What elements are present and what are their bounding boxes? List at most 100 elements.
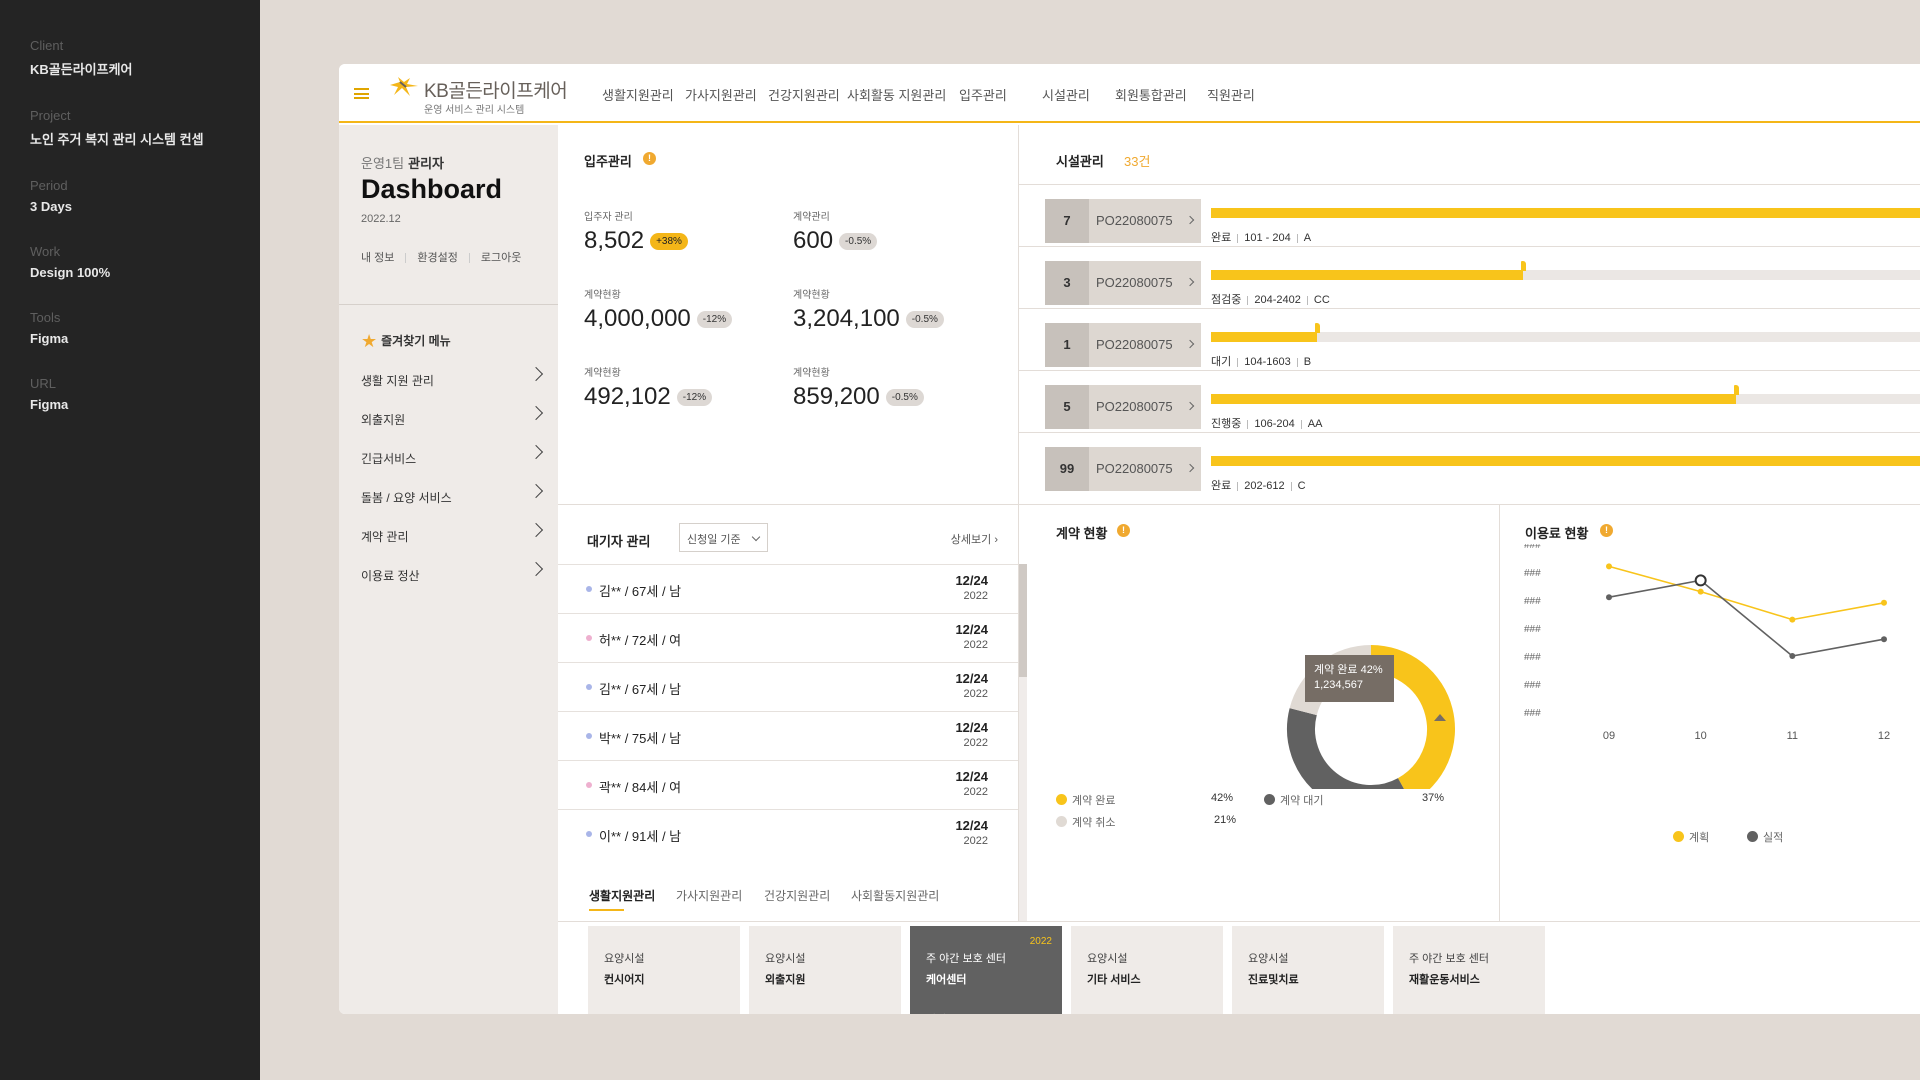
facility-code: PO22080075 xyxy=(1096,461,1173,476)
waitlist-row[interactable]: 박** / 75세 / 남 12/24 2022 xyxy=(558,711,1018,760)
sidebar-item-life-support[interactable]: 생활 지원 관리 xyxy=(361,366,544,389)
waitlist-date: 12/24 2022 xyxy=(955,769,988,798)
change-badge: +38% xyxy=(650,233,688,250)
my-info-link[interactable]: 내 정보 xyxy=(361,252,394,264)
tab-housework[interactable]: 가사지원관리 xyxy=(676,887,742,904)
gender-dot-icon xyxy=(586,733,592,739)
data-point xyxy=(1697,588,1704,595)
divider xyxy=(1237,233,1239,243)
nav-staff[interactable]: 직원관리 xyxy=(1207,85,1255,104)
waitlist-date: 12/24 2022 xyxy=(955,622,988,651)
nav-members[interactable]: 회원통합관리 xyxy=(1115,85,1187,104)
sidebar-item-label: 외출지원 xyxy=(361,413,406,427)
facility-code-button[interactable]: PO22080075 xyxy=(1089,385,1201,429)
nav-health-support[interactable]: 건강지원관리 xyxy=(768,85,840,104)
service-card[interactable]: 요양시설 컨시어지 xyxy=(588,926,740,1014)
nav-facilities[interactable]: 시설관리 xyxy=(1042,85,1090,104)
waitlist-row[interactable]: 이** / 91세 / 남 12/24 2022 xyxy=(558,809,1018,858)
date-day: 12/24 xyxy=(955,622,988,637)
divider xyxy=(1296,357,1298,367)
sidebar-item-outing[interactable]: 외출지원 xyxy=(361,405,544,428)
date-day: 12/24 xyxy=(955,818,988,833)
stat-label: 계약현황 xyxy=(793,290,830,301)
facility-status: 진행중 xyxy=(1211,418,1242,430)
tab-health[interactable]: 건강지원관리 xyxy=(764,887,830,904)
waitlist-row[interactable]: 김** / 67세 / 남 12/24 2022 xyxy=(558,564,1018,613)
facility-code-button[interactable]: PO22080075 xyxy=(1089,261,1201,305)
divider xyxy=(1296,233,1298,243)
nav-life-support[interactable]: 생활지원관리 xyxy=(602,85,674,104)
legend-label: 실적 xyxy=(1763,832,1784,844)
facility-room: 204-2402 xyxy=(1254,294,1301,306)
legend-swatch-icon xyxy=(1056,794,1067,805)
sidebar-item-emergency[interactable]: 긴급서비스 xyxy=(361,444,544,467)
view-more-link[interactable]: 상세보기 › xyxy=(951,531,998,547)
nav-residents[interactable]: 입주관리 xyxy=(959,85,1007,104)
meta-label: Period xyxy=(30,178,68,193)
sort-select[interactable]: 신청일 기준 xyxy=(679,523,768,552)
stat-value: 3,204,100 xyxy=(793,305,900,332)
nav-housework-support[interactable]: 가사지원관리 xyxy=(685,85,757,104)
facility-code: PO22080075 xyxy=(1096,275,1173,290)
logout-link[interactable]: 로그아웃 xyxy=(481,252,521,264)
date-year: 2022 xyxy=(963,688,988,700)
facility-code-button[interactable]: PO22080075 xyxy=(1089,447,1201,491)
progress-marker-icon xyxy=(1315,323,1321,333)
sidebar-item-contracts[interactable]: 계약 관리 xyxy=(361,522,544,545)
meta-url: URL Figma xyxy=(30,376,230,412)
sidebar-divider xyxy=(339,304,558,305)
waitlist-row[interactable]: 김** / 67세 / 남 12/24 2022 xyxy=(558,662,1018,711)
info-icon[interactable]: ! xyxy=(1600,524,1613,537)
gender-dot-icon xyxy=(586,586,592,592)
fee-line-chart: ### ### ### ### ### ### ### 09 10 11 12 xyxy=(1524,544,1890,742)
facility-room: 101 - 204 xyxy=(1244,232,1291,244)
brand-subtitle: 운영 서비스 관리 시스템 xyxy=(424,105,525,116)
meta-label: Tools xyxy=(30,310,61,325)
waitlist-name: 박** / 75세 / 남 xyxy=(599,731,682,746)
stat-value: 600 xyxy=(793,227,834,254)
divider xyxy=(1019,370,1920,371)
waitlist-scrollbar[interactable] xyxy=(1019,564,1027,921)
hamburger-menu-icon[interactable] xyxy=(354,88,369,99)
facility-status: 대기 xyxy=(1211,356,1232,368)
divider xyxy=(1019,246,1920,247)
data-point xyxy=(1789,616,1796,623)
info-icon[interactable]: ! xyxy=(643,152,656,165)
facility-grade: AA xyxy=(1307,418,1323,430)
card-category: 주 야간 보호 센터 xyxy=(1409,953,1490,965)
facility-info: 완료 202-612 C xyxy=(1211,477,1306,493)
tab-social[interactable]: 사회활동지원관리 xyxy=(851,887,939,904)
facility-code-button[interactable]: PO22080075 xyxy=(1089,323,1201,367)
service-card[interactable]: 요양시설 진료및치료 xyxy=(1232,926,1384,1014)
facility-number: 7 xyxy=(1045,199,1089,243)
progress-fill xyxy=(1211,456,1920,466)
service-card-active[interactable]: 2022 주 야간 보호 센터케어센터지점 xyxy=(910,926,1062,1014)
change-badge: -0.5% xyxy=(905,311,944,328)
nav-social-activity[interactable]: 사회활동 지원관리 xyxy=(847,85,946,104)
date-day: 12/24 xyxy=(955,769,988,784)
waitlist-row[interactable]: 허** / 72세 / 여 12/24 2022 xyxy=(558,613,1018,662)
meta-client: Client KB골든라이프케어 xyxy=(30,38,230,78)
progress-marker-icon xyxy=(1733,385,1739,395)
tab-life-support[interactable]: 생활지원관리 xyxy=(589,887,655,904)
date-day: 12/24 xyxy=(955,573,988,588)
service-card[interactable]: 요양시설 기타 서비스 xyxy=(1071,926,1223,1014)
facility-code-button[interactable]: PO22080075 xyxy=(1089,199,1201,243)
info-icon[interactable]: ! xyxy=(1117,524,1130,537)
card-category: 요양시설 xyxy=(765,953,806,965)
waitlist-date: 12/24 2022 xyxy=(955,671,988,700)
sidebar-item-billing[interactable]: 이용료 정산 xyxy=(361,561,544,584)
settings-link[interactable]: 환경설정 xyxy=(417,252,457,264)
facility-grade: CC xyxy=(1313,294,1330,306)
waitlist-row[interactable]: 곽** / 84세 / 여 12/24 2022 xyxy=(558,760,1018,809)
dashboard-app-window: KB골든라이프케어 운영 서비스 관리 시스템 생활지원관리 가사지원관리 건강… xyxy=(339,64,1920,1014)
sidebar-item-care[interactable]: 돌봄 / 요양 서비스 xyxy=(361,483,544,506)
service-card[interactable]: 주 야간 보호 센터 재활운동서비스 xyxy=(1393,926,1545,1014)
meta-value[interactable]: Figma xyxy=(30,397,230,412)
chevron-right-icon xyxy=(528,483,544,499)
divider xyxy=(405,253,407,264)
scrollbar-thumb[interactable] xyxy=(1019,564,1027,677)
gender-dot-icon xyxy=(586,684,592,690)
team-name: 운영1팀 xyxy=(361,156,405,171)
service-card[interactable]: 요양시설 외출지원 xyxy=(749,926,901,1014)
